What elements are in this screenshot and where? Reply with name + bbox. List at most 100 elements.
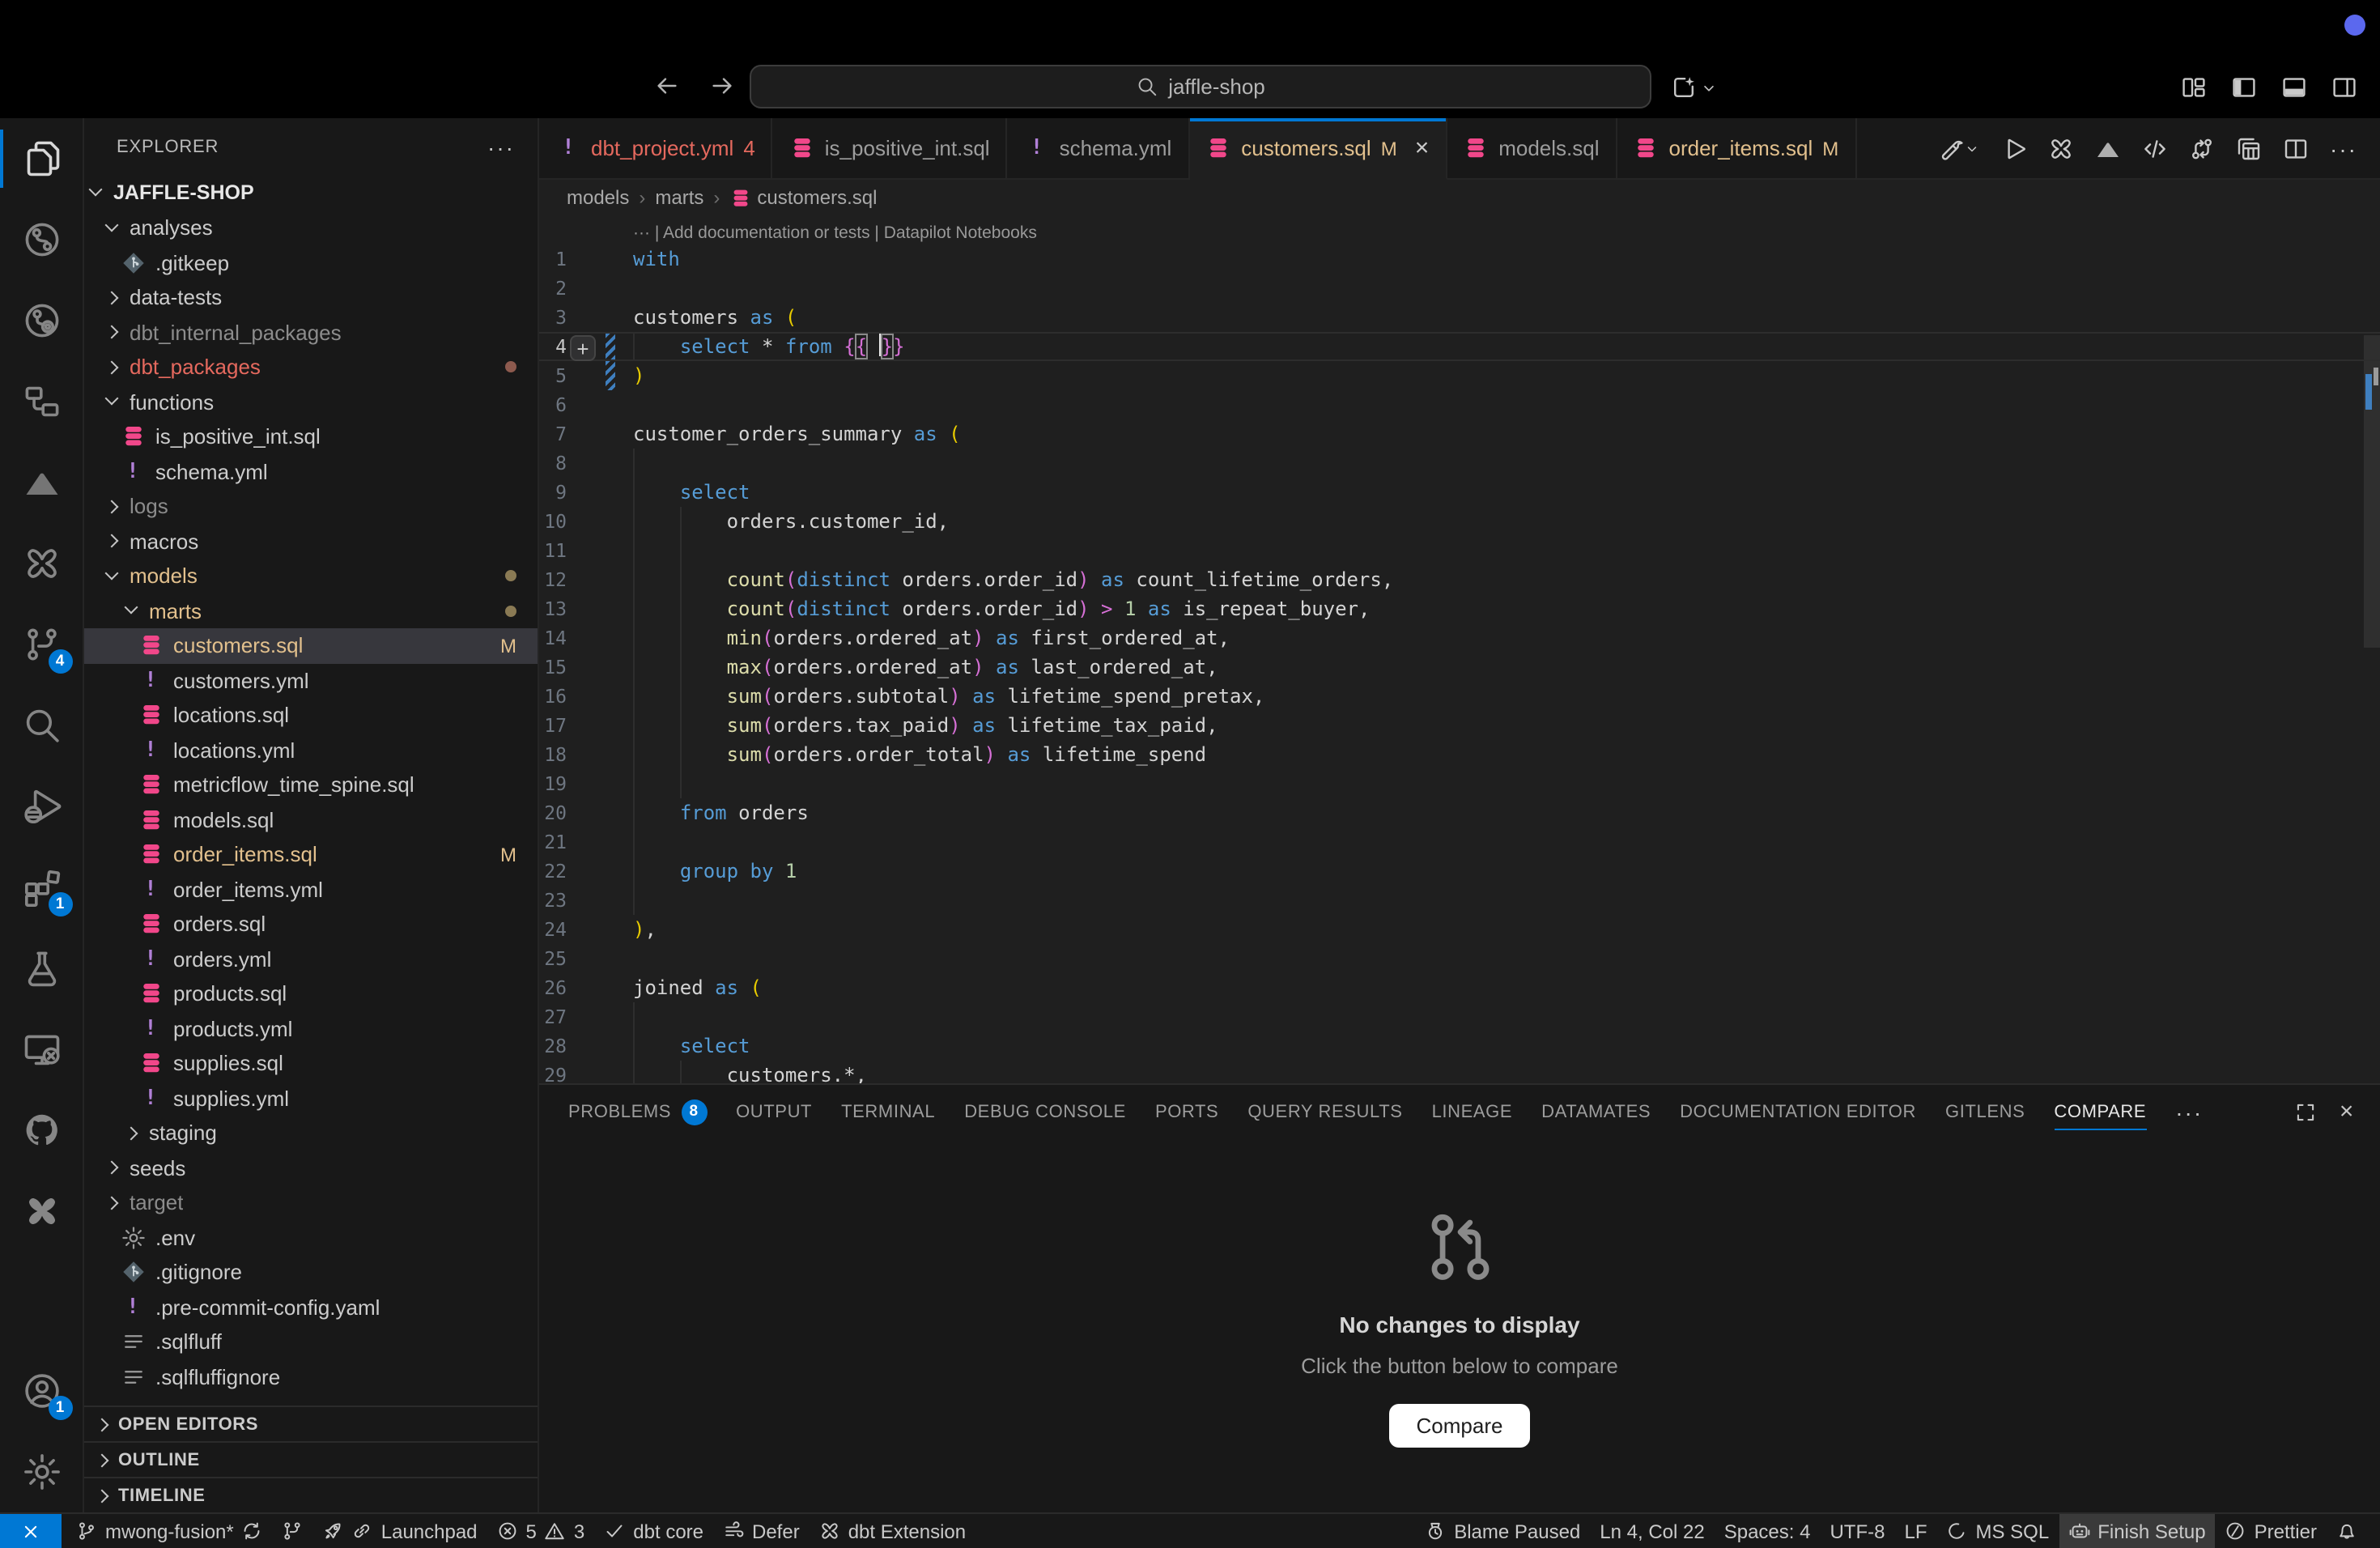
code-line-16[interactable]: 16 sum(orders.subtotal) as lifetime_spen… <box>539 682 2380 711</box>
tree-item-orders.yml[interactable]: !orders.yml <box>84 942 538 976</box>
close-icon[interactable]: × <box>1415 136 1430 160</box>
activity-explorer[interactable] <box>0 118 83 199</box>
code-line-15[interactable]: 15 max(orders.ordered_at) as last_ordere… <box>539 653 2380 682</box>
code-line-9[interactable]: 9 select <box>539 478 2380 507</box>
panel-tab-problems[interactable]: PROBLEMS8 <box>554 1085 721 1138</box>
tree-item-logs[interactable]: logs <box>84 489 538 524</box>
tree-item-marts[interactable]: marts <box>84 593 538 628</box>
command-center-search[interactable]: jaffle-shop <box>750 65 1651 108</box>
tree-item-.env[interactable]: .env <box>84 1220 538 1255</box>
tab-is_positive_int.sql[interactable]: is_positive_int.sql <box>773 118 1008 178</box>
code-line-20[interactable]: 20 from orders <box>539 798 2380 827</box>
codelens[interactable]: ··· | Add documentation or tests | Datap… <box>539 215 2380 245</box>
tree-item-dbt_internal_packages[interactable]: dbt_internal_packages <box>84 315 538 350</box>
split-editor-button[interactable] <box>2283 135 2309 161</box>
code-line-2[interactable]: 2 <box>539 274 2380 303</box>
code-line-23[interactable]: 23 <box>539 886 2380 915</box>
code-line-25[interactable]: 25 <box>539 944 2380 973</box>
status-defer[interactable]: Defer <box>713 1514 810 1548</box>
activity-search[interactable] <box>0 685 83 766</box>
query-results-table-button[interactable] <box>2236 135 2262 161</box>
close-panel-icon[interactable]: × <box>2340 1099 2354 1124</box>
workspace-root[interactable]: JAFFLE-SHOP <box>84 175 538 211</box>
status-indentation[interactable]: Spaces: 4 <box>1715 1514 1821 1548</box>
tree-item-is_positive_int.sql[interactable]: is_positive_int.sql <box>84 419 538 454</box>
tree-item-models.sql[interactable]: models.sql <box>84 802 538 837</box>
activity-lineage[interactable] <box>0 361 83 442</box>
code-line-1[interactable]: 1with <box>539 245 2380 274</box>
code-line-17[interactable]: 17 sum(orders.tax_paid) as lifetime_tax_… <box>539 711 2380 740</box>
tree-item-supplies.sql[interactable]: supplies.sql <box>84 1046 538 1081</box>
status-eol[interactable]: LF <box>1894 1514 1936 1548</box>
run-query-button[interactable] <box>2001 135 2027 161</box>
section-timeline[interactable]: TIMELINE <box>84 1477 538 1512</box>
code-line-12[interactable]: 12 count(distinct orders.order_id) as co… <box>539 565 2380 594</box>
activity-settings[interactable] <box>0 1431 83 1512</box>
code-line-26[interactable]: 26joined as ( <box>539 973 2380 1002</box>
code-line-11[interactable]: 11 <box>539 536 2380 565</box>
panel-tab-compare[interactable]: COMPARE <box>2039 1085 2161 1138</box>
activity-source-control[interactable]: 4 <box>0 604 83 685</box>
status-notifications[interactable] <box>2327 1514 2367 1548</box>
tree-item-products.sql[interactable]: products.sql <box>84 976 538 1011</box>
tree-item-locations.yml[interactable]: !locations.yml <box>84 733 538 768</box>
panel-more-tabs[interactable]: ··· <box>2161 1085 2217 1138</box>
status-blame[interactable]: Blame Paused <box>1415 1514 1590 1548</box>
more-actions-button[interactable]: ··· <box>2330 135 2357 161</box>
tree-item-models[interactable]: models <box>84 559 538 593</box>
code-line-21[interactable]: 21 <box>539 827 2380 857</box>
status-compare-working[interactable] <box>273 1514 313 1548</box>
toggle-panel-icon[interactable] <box>2281 74 2307 100</box>
tree-item-data-tests[interactable]: data-tests <box>84 280 538 315</box>
tree-item-supplies.yml[interactable]: !supplies.yml <box>84 1081 538 1116</box>
tab-customers.sql[interactable]: customers.sqlM× <box>1189 118 1447 180</box>
activity-testing[interactable] <box>0 928 83 1009</box>
back-icon[interactable] <box>654 73 680 99</box>
compare-button[interactable]: Compare <box>1389 1403 1531 1447</box>
breadcrumb-file[interactable]: customers.sql <box>729 186 877 209</box>
code-editor[interactable]: 1with23customers as (4+ select * from {{… <box>539 245 2380 1083</box>
status-git-branch[interactable]: mwong-fusion* <box>66 1514 273 1548</box>
datamates-action-button[interactable] <box>2095 135 2121 161</box>
forward-icon[interactable] <box>709 73 735 99</box>
status-cursor-position[interactable]: Ln 4, Col 22 <box>1590 1514 1714 1548</box>
code-line-4[interactable]: 4+ select * from {{ }} <box>539 332 2380 361</box>
activity-dbt-power-user[interactable] <box>0 523 83 604</box>
panel-tab-documentation-editor[interactable]: DOCUMENTATION EDITOR <box>1665 1085 1931 1138</box>
tree-item-customers.yml[interactable]: !customers.yml <box>84 663 538 698</box>
status-finish-setup[interactable]: Finish Setup <box>2059 1514 2215 1548</box>
activity-datamates[interactable] <box>0 442 83 523</box>
tree-item-dbt_packages[interactable]: dbt_packages <box>84 350 538 385</box>
tree-item-.gitignore[interactable]: .gitignore <box>84 1255 538 1290</box>
activity-extensions[interactable]: 1 <box>0 847 83 928</box>
activity-github[interactable] <box>0 1090 83 1171</box>
code-line-27[interactable]: 27 <box>539 1002 2380 1031</box>
panel-tab-lineage[interactable]: LINEAGE <box>1417 1085 1528 1138</box>
tree-item-staging[interactable]: staging <box>84 1116 538 1150</box>
activity-source-control-provider[interactable] <box>0 199 83 280</box>
status-language-mode[interactable]: MS SQL <box>1937 1514 2059 1548</box>
tree-item-.sqlfluffignore[interactable]: .sqlfluffignore <box>84 1359 538 1394</box>
activity-remote-provider[interactable] <box>0 280 83 361</box>
breadcrumb-marts[interactable]: marts <box>655 186 703 209</box>
tab-models.sql[interactable]: models.sql <box>1447 118 1617 178</box>
status-dbt-core[interactable]: dbt core <box>594 1514 713 1548</box>
status-launchpad[interactable]: Launchpad <box>313 1514 487 1548</box>
code-line-13[interactable]: 13 count(distinct orders.order_id) > 1 a… <box>539 594 2380 623</box>
tree-item-.pre-commit-config.yaml[interactable]: !.pre-commit-config.yaml <box>84 1290 538 1325</box>
status-problems[interactable]: 53 <box>487 1514 595 1548</box>
code-line-22[interactable]: 22 group by 1 <box>539 857 2380 886</box>
show-compiled-code-button[interactable] <box>2142 135 2168 161</box>
code-line-19[interactable]: 19 <box>539 769 2380 798</box>
copilot-menu[interactable] <box>1671 74 1718 100</box>
inline-add-button[interactable]: + <box>570 335 596 361</box>
maximize-panel-icon[interactable] <box>2294 1100 2317 1123</box>
panel-tab-debug-console[interactable]: DEBUG CONSOLE <box>950 1085 1141 1138</box>
code-line-5[interactable]: 5) <box>539 361 2380 390</box>
panel-tab-datamates[interactable]: DATAMATES <box>1527 1085 1665 1138</box>
tree-item-locations.sql[interactable]: locations.sql <box>84 698 538 733</box>
tree-item-metricflow_time_spine.sql[interactable]: metricflow_time_spine.sql <box>84 768 538 802</box>
panel-tab-gitlens[interactable]: GITLENS <box>1931 1085 2039 1138</box>
panel-tab-query-results[interactable]: QUERY RESULTS <box>1233 1085 1417 1138</box>
panel-tab-ports[interactable]: PORTS <box>1141 1085 1233 1138</box>
